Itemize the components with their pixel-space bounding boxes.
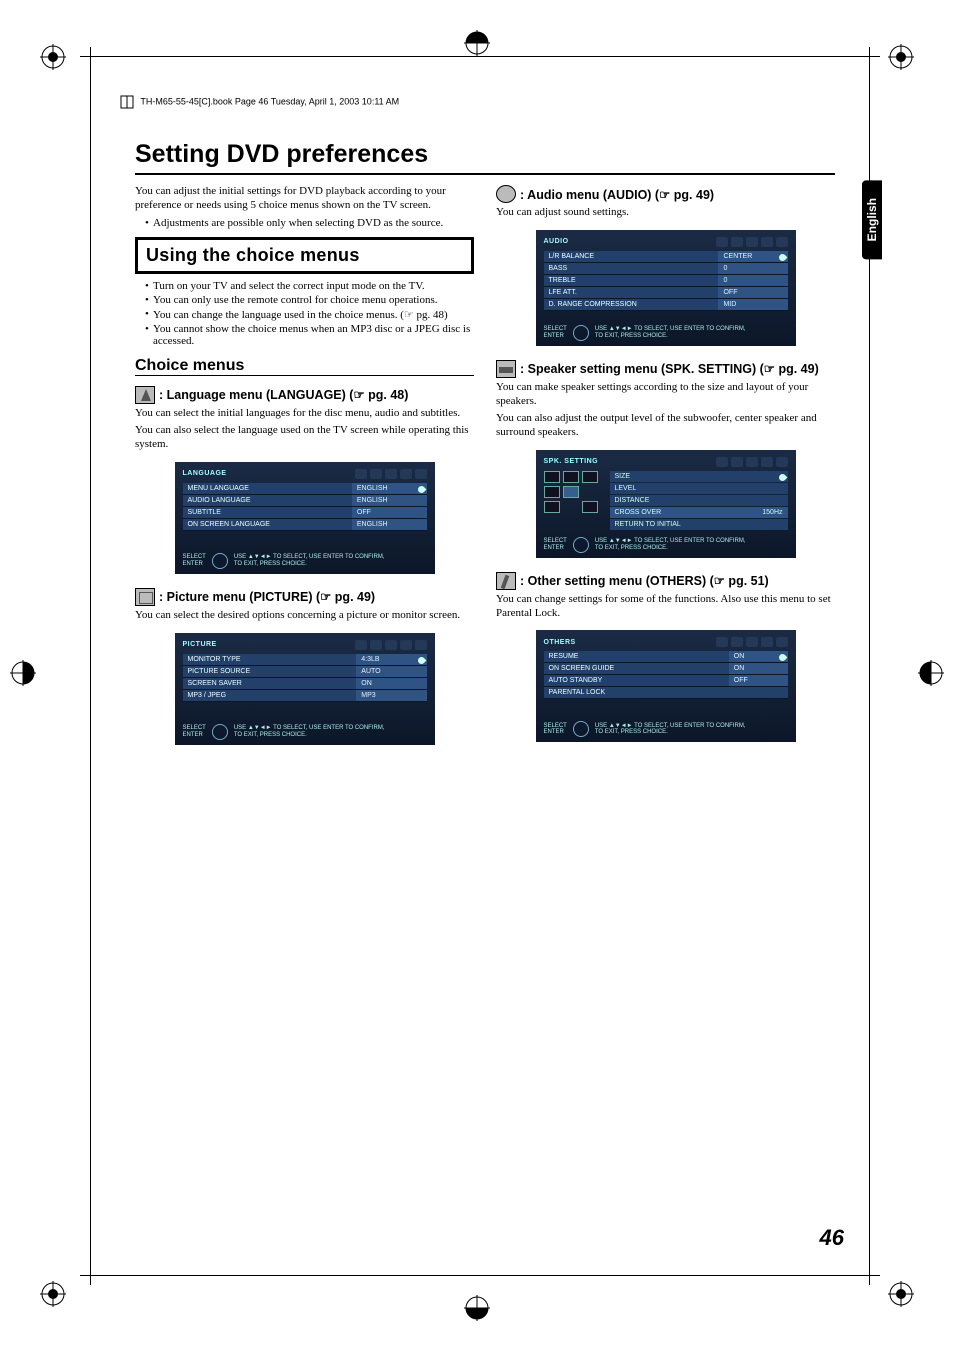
crop-mark-icon (40, 44, 66, 70)
dpad-icon (212, 724, 228, 740)
picture-heading: : Picture menu (PICTURE) (☞ pg. 49) (135, 588, 474, 606)
header-text: TH-M65-55-45[C].book Page 46 Tuesday, Ap… (140, 96, 399, 106)
body-text: You can also select the language used on… (135, 424, 474, 452)
body-text: You can also adjust the output level of … (496, 412, 835, 440)
body-text: You can change settings for some of the … (496, 593, 835, 621)
language-heading: : Language menu (LANGUAGE) (☞ pg. 48) (135, 386, 474, 404)
crop-mark-icon (888, 44, 914, 70)
list-item: You can only use the remote control for … (145, 294, 474, 306)
speaker-layout-icon (544, 471, 604, 516)
choice-menus-heading: Choice menus (135, 357, 474, 376)
page-number: 46 (820, 1225, 844, 1251)
crop-mark-icon (464, 1295, 490, 1321)
body-text: You can select the desired options conce… (135, 609, 474, 623)
osd-language-menu: LANGUAGE MENU LANGUAGEENGLISH AUDIO LANG… (175, 462, 435, 574)
language-icon (135, 386, 155, 404)
list-item: You can change the language used in the … (145, 308, 474, 321)
body-text: You can make speaker settings according … (496, 381, 835, 409)
audio-icon (496, 185, 516, 203)
body-text: You can adjust sound settings. (496, 206, 835, 220)
crop-mark-icon (10, 660, 36, 686)
dpad-icon (573, 325, 589, 341)
others-heading: : Other setting menu (OTHERS) (☞ pg. 51) (496, 572, 835, 590)
osd-speaker-menu: SPK. SETTING SIZE LEVEL DISTANCE CROSS O… (536, 450, 796, 558)
crop-mark-icon (918, 660, 944, 686)
page-title: Setting DVD preferences (135, 140, 835, 175)
osd-others-menu: OTHERS RESUMEON ON SCREEN GUIDEON AUTO S… (536, 630, 796, 742)
crop-mark-icon (464, 30, 490, 56)
crop-mark-icon (40, 1281, 66, 1307)
dpad-icon (573, 721, 589, 737)
print-header: TH-M65-55-45[C].book Page 46 Tuesday, Ap… (120, 95, 399, 109)
body-text: You can select the initial languages for… (135, 407, 474, 421)
speaker-icon (496, 360, 516, 378)
speaker-heading: : Speaker setting menu (SPK. SETTING) (☞… (496, 360, 835, 378)
dpad-icon (212, 553, 228, 569)
osd-audio-menu: AUDIO L/R BALANCECENTER BASS0 TREBLE0 LF… (536, 230, 796, 346)
list-item: You cannot show the choice menus when an… (145, 323, 474, 347)
osd-picture-menu: PICTURE MONITOR TYPE4:3LB PICTURE SOURCE… (175, 633, 435, 745)
audio-heading: : Audio menu (AUDIO) (☞ pg. 49) (496, 185, 835, 203)
picture-icon (135, 588, 155, 606)
wrench-icon (496, 572, 516, 590)
language-tab: English (862, 180, 882, 259)
book-icon (120, 95, 134, 109)
list-item: Turn on your TV and select the correct i… (145, 280, 474, 292)
intro-text: You can adjust the initial settings for … (135, 185, 474, 213)
intro-list: Adjustments are possible only when selec… (145, 217, 474, 229)
crop-mark-icon (888, 1281, 914, 1307)
dpad-icon (573, 537, 589, 553)
box-list: Turn on your TV and select the correct i… (145, 280, 474, 347)
section-box-title: Using the choice menus (135, 237, 474, 274)
list-item: Adjustments are possible only when selec… (145, 217, 474, 229)
